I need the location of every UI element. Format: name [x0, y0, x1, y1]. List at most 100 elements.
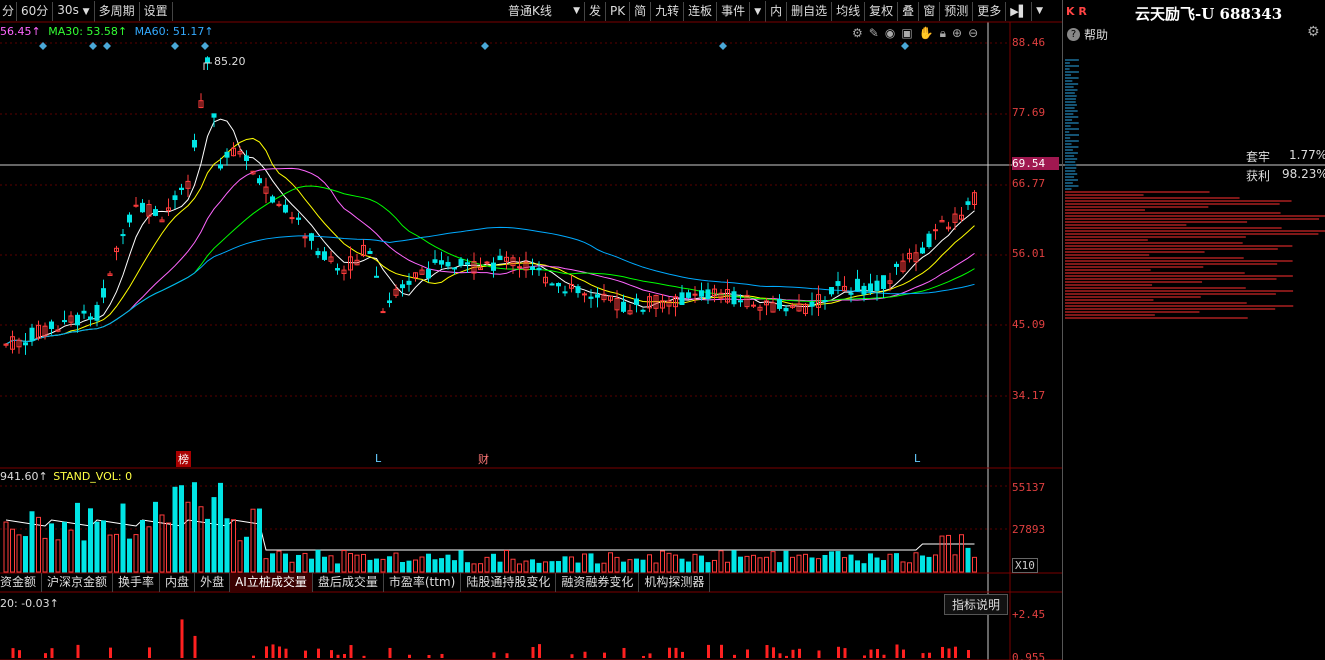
l-marker[interactable]: L: [375, 452, 381, 465]
candle-body: [211, 113, 217, 118]
volume-bar: [179, 485, 184, 573]
candle-body: [127, 214, 132, 223]
volume-bar: [569, 556, 574, 573]
candle-body: [120, 234, 126, 237]
volume-bar: [387, 556, 392, 573]
indicator-bar: [109, 647, 112, 658]
event-diamond: [171, 42, 179, 50]
tab-northbound[interactable]: 陆股通持股变化: [461, 573, 557, 592]
candle-body: [322, 251, 327, 260]
volume-bar: [504, 549, 509, 573]
indicator-bar: [343, 653, 346, 658]
indicator-bar: [317, 648, 320, 658]
volume-bar: [926, 556, 932, 573]
indicator-bar: [668, 647, 671, 658]
volume-bar: [900, 561, 906, 573]
indicator-bar: [778, 653, 782, 658]
indicator-bar: [928, 652, 931, 658]
indicator-bar: [583, 651, 587, 658]
volume-bar: [322, 556, 327, 573]
candle-body: [192, 139, 197, 148]
volume-bar: [907, 562, 912, 573]
indicator-help-button[interactable]: 指标说明: [944, 594, 1009, 615]
volume-bar: [699, 555, 704, 573]
volume-bar: [302, 552, 308, 573]
crosshair-price: 69.54: [1012, 157, 1060, 170]
tab-hushen-amount[interactable]: 沪深京金额: [42, 573, 114, 592]
bang-marker[interactable]: 榜: [176, 451, 191, 467]
indicator-bar: [193, 635, 197, 658]
candle-body: [686, 292, 691, 298]
candle-body: [153, 209, 158, 216]
volume-bar: [751, 554, 756, 573]
indicator-legend: 20: -0.03↑: [0, 597, 59, 610]
volume-bar: [933, 554, 938, 573]
volume-bar: [497, 561, 503, 573]
volume-bar: [94, 521, 100, 573]
tab-inner[interactable]: 内盘: [160, 573, 196, 592]
tab-institution[interactable]: 机构探测器: [639, 573, 711, 592]
tab-pe[interactable]: 市盈率(ttm): [384, 573, 462, 592]
l-marker[interactable]: L: [914, 452, 920, 465]
price-tick: 45.09: [1012, 318, 1046, 331]
volume-bar: [458, 550, 464, 573]
candle-body: [751, 304, 756, 307]
volume-bar: [523, 560, 529, 573]
indicator-bar: [492, 652, 496, 658]
indicator-bar: [785, 655, 788, 658]
volume-bar: [770, 551, 776, 573]
volume-bar: [731, 550, 737, 573]
indicator-bar: [869, 649, 873, 658]
indicator-bar: [408, 654, 411, 658]
tab-zijin[interactable]: 资金额: [0, 573, 43, 592]
candle-body: [926, 233, 932, 248]
indicator-bar: [876, 649, 879, 658]
indicator-bar: [798, 648, 801, 658]
chart-canvas[interactable]: [0, 0, 1062, 660]
candle-body: [81, 310, 87, 314]
candle-body: [29, 327, 35, 341]
candle-body: [94, 304, 100, 321]
tab-after-hours[interactable]: 盘后成交量: [313, 573, 384, 592]
volume-bar: [315, 549, 321, 573]
candle-body: [549, 283, 555, 286]
volume-bar: [874, 557, 880, 573]
volume-bar: [393, 552, 399, 573]
volume-bar: [380, 558, 386, 573]
indicator-bar: [895, 644, 899, 658]
indicator-bar: [720, 644, 723, 658]
candle-body: [588, 296, 594, 299]
candle-body: [289, 217, 295, 220]
volume-bar: [796, 554, 802, 573]
indicator-bar: [336, 654, 340, 658]
candle-body: [640, 309, 646, 312]
volume-bar: [198, 506, 204, 573]
tab-ai-volume[interactable]: AI立桩成交量: [230, 573, 313, 592]
candle-body: [445, 261, 451, 267]
indicator-bar: [388, 647, 392, 658]
volume-bar: [49, 523, 54, 573]
candle-body: [315, 251, 321, 256]
volume-bar: [861, 563, 867, 573]
candle-body: [101, 288, 106, 298]
tab-outer[interactable]: 外盘: [195, 573, 231, 592]
volume-bar: [413, 559, 418, 573]
indicator-bar: [921, 653, 925, 658]
volume-bar: [484, 556, 490, 573]
tab-margin[interactable]: 融资融券变化: [556, 573, 640, 592]
volume-bar: [634, 558, 639, 573]
volume-bar: [140, 519, 145, 573]
candle-body: [679, 292, 685, 305]
volume-bar: [575, 562, 581, 573]
volume-bar: [666, 552, 672, 573]
cai-marker[interactable]: 财: [478, 451, 489, 467]
candle-body: [387, 300, 392, 304]
indicator-bar: [349, 645, 353, 658]
candle-body: [62, 320, 67, 323]
tab-turnover[interactable]: 换手率: [113, 573, 161, 592]
ma60-line: [5, 226, 975, 345]
candle-body: [881, 275, 886, 289]
candle-body: [296, 217, 301, 220]
volume-bar: [166, 522, 171, 573]
event-diamond: [103, 42, 111, 50]
